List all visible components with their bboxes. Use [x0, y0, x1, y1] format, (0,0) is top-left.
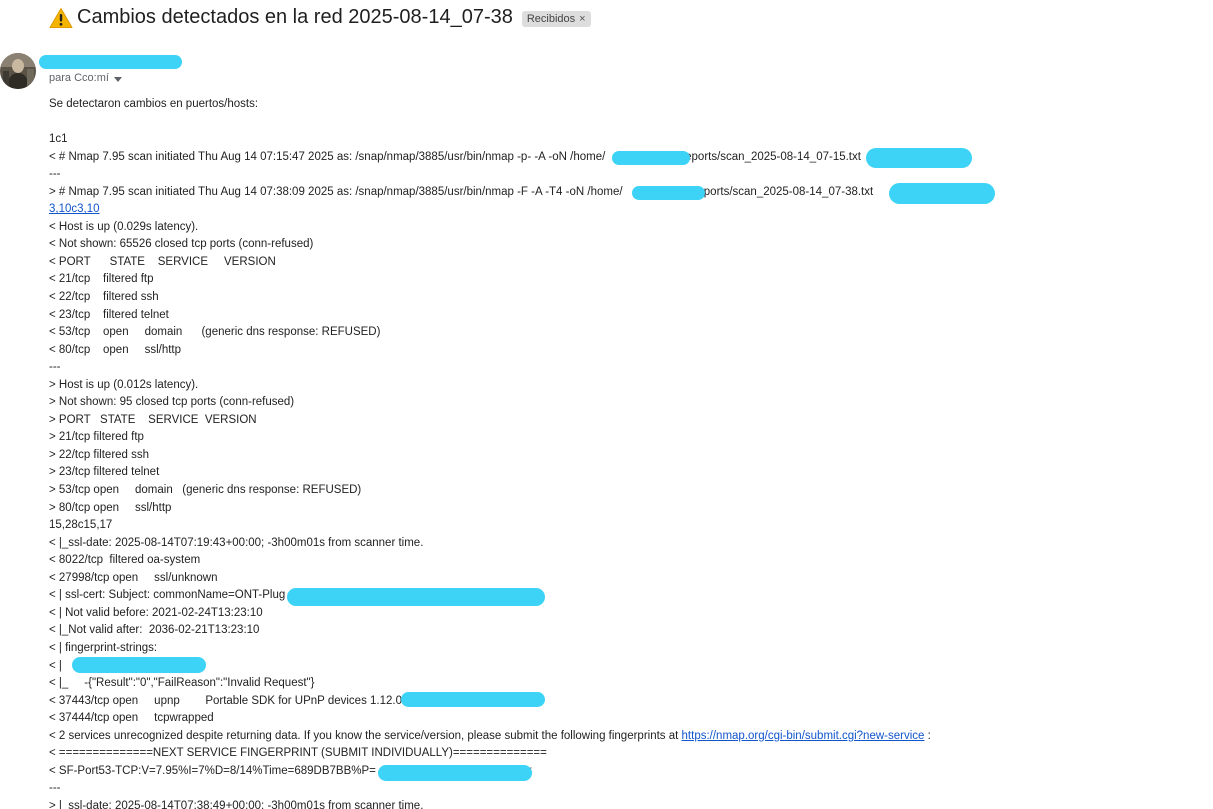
redaction-mark: [632, 186, 705, 200]
body-line: < Not shown: 65526 closed tcp ports (con…: [49, 238, 314, 251]
recipients-row[interactable]: para Cco:mí: [49, 72, 122, 84]
body-line: ---: [49, 361, 61, 374]
body-line: < 2 services unrecognized despite return…: [49, 728, 931, 746]
body-line: [49, 114, 931, 132]
body-line: > 21/tcp filtered ftp: [49, 431, 144, 444]
body-line: > Host is up (0.012s latency).: [49, 378, 199, 391]
body-line: < # Nmap 7.95 scan initiated Thu Aug 14 …: [49, 149, 931, 167]
body-line: ---: [49, 782, 61, 795]
body-line: < 37444/tcp open tcpwrapped: [49, 712, 214, 725]
unrecognized-text: < 2 services unrecognized despite return…: [49, 729, 682, 742]
body-line: < Host is up (0.029s latency).: [49, 220, 199, 233]
redaction-mark: [889, 183, 995, 204]
body-line: < 8022/tcp filtered oa-system: [49, 554, 201, 567]
recipients-text: para Cco:mí: [49, 72, 109, 84]
label-chip-inbox[interactable]: Recibidos ×: [521, 10, 591, 27]
body-line: < |_Not valid after: 2036-02-21T13:23:10: [49, 624, 260, 637]
body-line: < PORT STATE SERVICE VERSION: [49, 255, 276, 268]
sender-name-redacted: [39, 55, 182, 69]
email-subject: Cambios detectados en la red 2025-08-14_…: [77, 6, 513, 28]
redaction-mark: [401, 692, 545, 707]
diff-range-link[interactable]: 3,10c3,10: [49, 203, 100, 215]
body-line: < | Not valid before: 2021-02-24T13:23:1…: [49, 606, 263, 619]
body-line: 1c1: [49, 133, 68, 146]
body-line: > # Nmap 7.95 scan initiated Thu Aug 14 …: [49, 184, 931, 202]
sf-port-text: < SF-Port53-TCP:V=7.95%I=7%D=8/14%Time=6…: [49, 764, 376, 777]
body-line: < |_ssl-date: 2025-08-14T07:19:43+00:00;…: [49, 536, 424, 549]
body-line: < 80/tcp open ssl/http: [49, 343, 182, 356]
body-line: > PORT STATE SERVICE VERSION: [49, 413, 257, 426]
body-line: ---: [49, 168, 61, 181]
body-line: < 53/tcp open domain (generic dns respon…: [49, 326, 381, 339]
warning-icon: [49, 7, 73, 29]
body-line: < | fingerprint-strings:: [49, 641, 158, 654]
body-line: > 22/tcp filtered ssh: [49, 448, 150, 461]
redaction-mark: [612, 151, 690, 165]
redaction-mark: [378, 765, 532, 781]
avatar[interactable]: [0, 53, 36, 89]
body-line: < ==============NEXT SERVICE FINGERPRINT…: [49, 747, 547, 760]
subject-row: Cambios detectados en la red 2025-08-14_…: [49, 6, 591, 29]
scan-new-text: > # Nmap 7.95 scan initiated Thu Aug 14 …: [49, 185, 623, 198]
body-line: < 21/tcp filtered ftp: [49, 273, 154, 286]
scan-new-tail: reports/scan_2025-08-14_07-38.txt: [693, 185, 874, 198]
body-line: 15,28c15,17: [49, 519, 113, 532]
close-icon[interactable]: ×: [579, 13, 585, 25]
body-line: > 80/tcp open ssl/http: [49, 501, 172, 514]
body-line: Se detectaron cambios en puertos/hosts:: [49, 98, 259, 110]
body-line: < 23/tcp filtered telnet: [49, 308, 169, 321]
body-line: < 27998/tcp open ssl/unknown: [49, 571, 218, 584]
label-chip-text: Recibidos: [526, 12, 576, 25]
nmap-submit-link[interactable]: https://nmap.org/cgi-bin/submit.cgi?new-…: [682, 730, 925, 742]
unrecognized-tail: :: [924, 729, 931, 742]
redaction-mark: [866, 148, 972, 168]
body-line: > 53/tcp open domain (generic dns respon…: [49, 484, 362, 497]
body-line: > Not shown: 95 closed tcp ports (conn-r…: [49, 396, 295, 409]
scan-old-text: < # Nmap 7.95 scan initiated Thu Aug 14 …: [49, 150, 606, 163]
body-line: < |_ -{"Result":"0","FailReason":"Invali…: [49, 677, 315, 690]
body-line: 3,10c3,10: [49, 201, 931, 219]
port-37443-text: < 37443/tcp open upnp Portable SDK for U…: [49, 694, 402, 707]
chevron-down-icon[interactable]: [113, 76, 122, 82]
body-line: > |_ssl-date: 2025-08-14T07:38:49+00:00;…: [49, 799, 424, 809]
body-line: > 23/tcp filtered telnet: [49, 466, 160, 479]
scan-old-tail: reports/scan_2025-08-14_07-15.txt: [681, 150, 861, 163]
body-line: < 22/tcp filtered ssh: [49, 291, 159, 304]
redaction-mark: [287, 588, 545, 606]
email-view: Cambios detectados en la red 2025-08-14_…: [0, 0, 1213, 809]
redaction-mark: [72, 657, 206, 673]
